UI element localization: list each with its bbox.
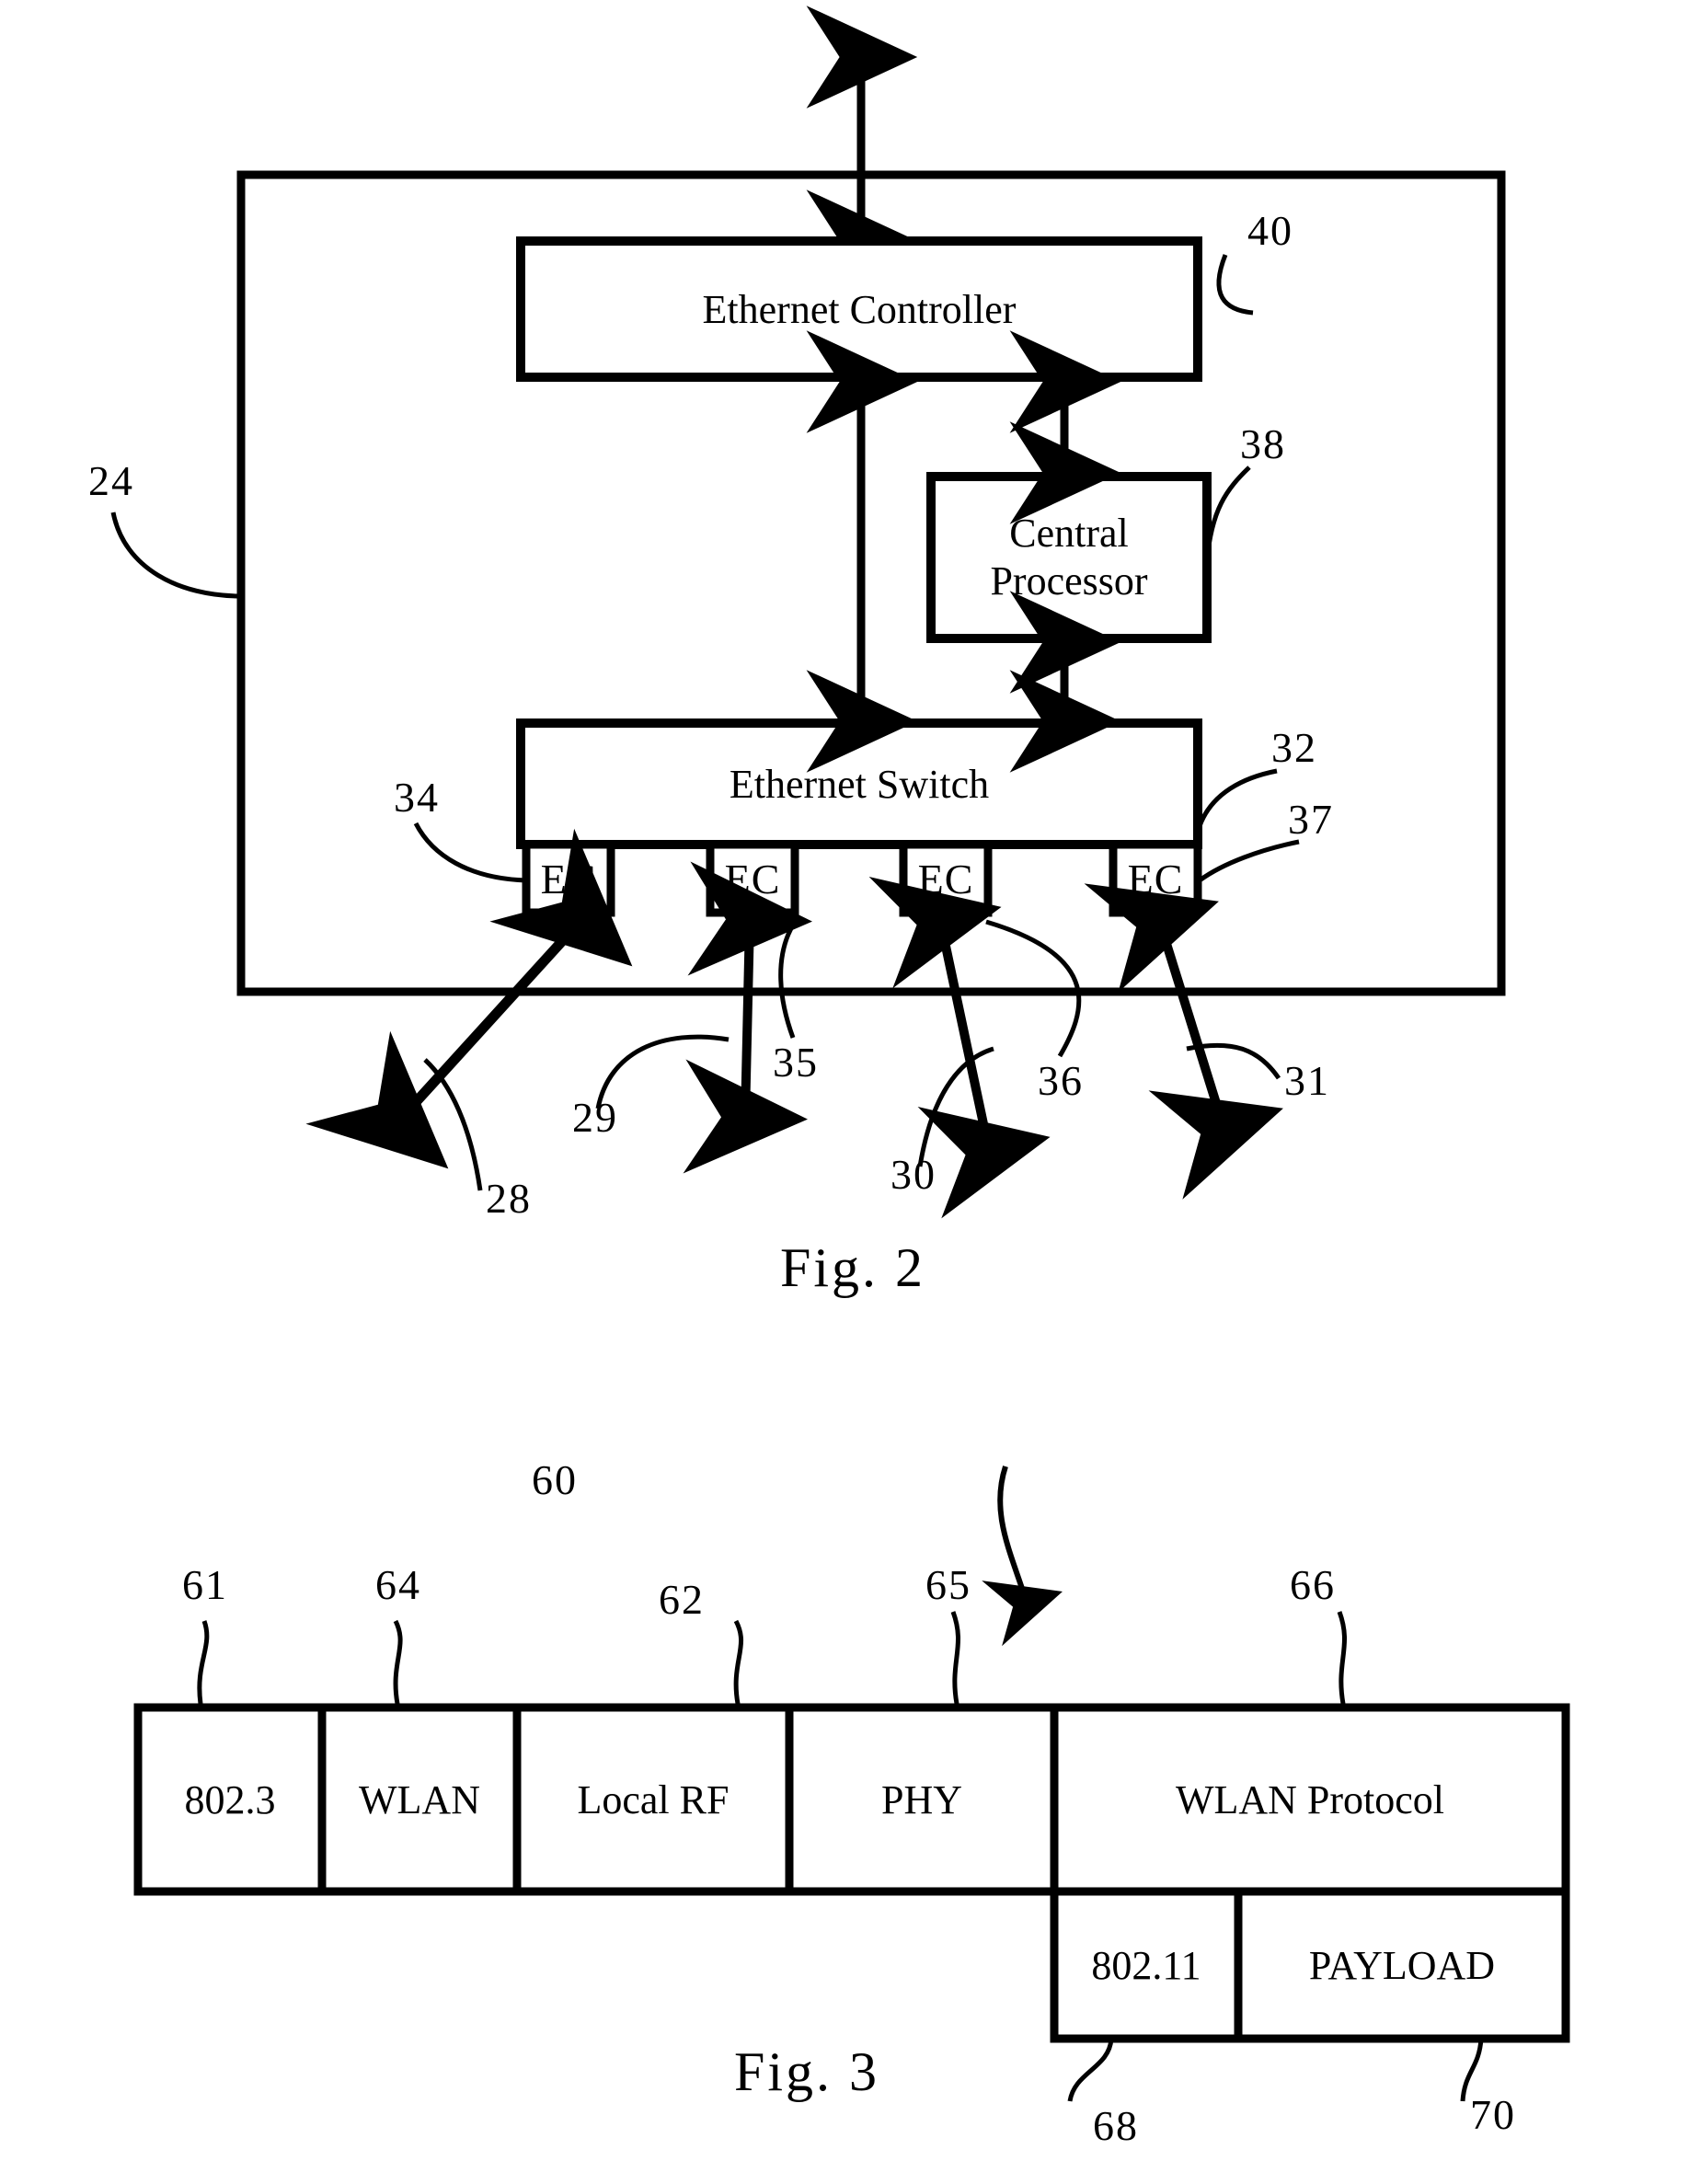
ref-numeral-68: 68 — [1093, 2102, 1139, 2149]
ec-link-arrow-1 — [305, 828, 633, 1169]
f3-label-wlan-protocol: WLAN Protocol — [1175, 1776, 1445, 1822]
central-processor-label-line1: Central — [1009, 511, 1129, 557]
central-processor-label-line2: Processor — [990, 558, 1148, 603]
ethernet-controller-label: Ethernet Controller — [702, 286, 1017, 332]
ec-link-arrow-2 — [683, 861, 812, 1174]
ec-port-label-1: EC — [540, 855, 597, 902]
ec-link-arrow-4 — [1084, 883, 1283, 1200]
leader-35 — [778, 920, 798, 1039]
ref-numeral-35: 35 — [773, 1039, 819, 1086]
ref-numeral-34: 34 — [394, 774, 440, 821]
leader-68 — [1067, 2038, 1114, 2102]
central-processor-label: Central Processor — [931, 477, 1207, 638]
ref-numeral-24: 24 — [88, 457, 134, 504]
f3-label-wlan: WLAN — [359, 1776, 480, 1822]
ref-numeral-32: 32 — [1271, 724, 1317, 771]
ref-numeral-61: 61 — [182, 1561, 228, 1608]
f3-label-payload: PAYLOAD — [1308, 1942, 1496, 1988]
figure3-caption: Fig. 3 — [734, 2041, 880, 2102]
leader-62 — [733, 1619, 744, 1705]
ref-numeral-60: 60 — [532, 1456, 578, 1503]
ec-port-label-3: EC — [917, 855, 974, 902]
leader-24 — [110, 512, 242, 599]
leader-65 — [950, 1611, 960, 1705]
ec-port-label-2: EC — [724, 855, 781, 902]
leader-34 — [413, 822, 527, 883]
leader-37 — [1198, 839, 1300, 883]
leader-40 — [1216, 254, 1254, 316]
ec-port-label-4: EC — [1127, 855, 1184, 902]
ref-numeral-65: 65 — [925, 1561, 971, 1608]
leader-38 — [1204, 466, 1251, 562]
f3-label-phy: PHY — [880, 1776, 963, 1822]
ref-numeral-36: 36 — [1038, 1057, 1084, 1104]
f3-label-local-rf: Local RF — [577, 1776, 730, 1822]
ref-numeral-64: 64 — [375, 1561, 421, 1608]
patent-drawing-sheet: Ethernet Controller Central Processor Et… — [0, 0, 1689, 2184]
ref-numeral-66: 66 — [1290, 1561, 1336, 1608]
leader-66 — [1337, 1611, 1347, 1705]
f3-label-802-11: 802.11 — [1091, 1942, 1201, 1988]
ref-numeral-31: 31 — [1284, 1057, 1330, 1104]
ref-numeral-38: 38 — [1240, 420, 1286, 467]
ref-numeral-40: 40 — [1247, 207, 1293, 254]
ethernet-switch-label: Ethernet Switch — [729, 761, 990, 807]
leader-64 — [393, 1619, 403, 1705]
figure2-caption: Fig. 2 — [780, 1237, 926, 1298]
ref-numeral-62: 62 — [659, 1576, 705, 1623]
leader-61 — [197, 1620, 210, 1705]
ref-numeral-29: 29 — [572, 1094, 618, 1141]
ref-numeral-37: 37 — [1288, 796, 1334, 843]
ref-numeral-28: 28 — [486, 1175, 532, 1222]
leader-32 — [1197, 768, 1278, 827]
f3-label-802-3: 802.3 — [184, 1776, 276, 1822]
leader-60-arrow — [982, 1466, 1063, 1647]
ref-numeral-30: 30 — [890, 1151, 936, 1198]
ref-numeral-70: 70 — [1470, 2091, 1516, 2138]
ec-link-arrow-3 — [868, 877, 1051, 1219]
